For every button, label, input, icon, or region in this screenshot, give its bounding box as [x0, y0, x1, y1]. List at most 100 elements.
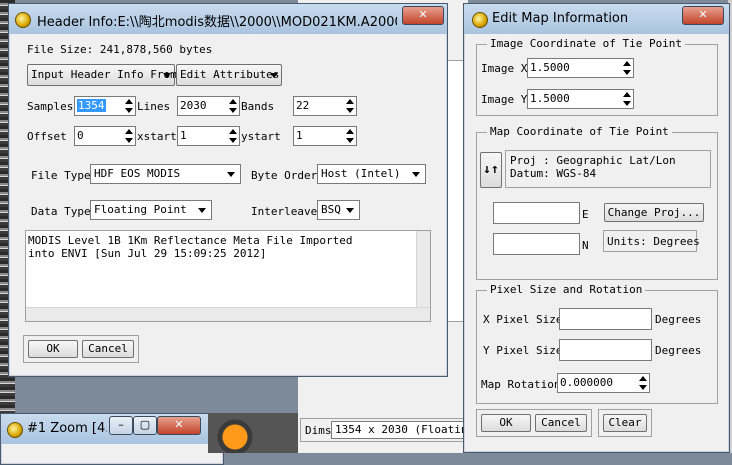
lines-value: 2030	[180, 99, 207, 112]
maximize-button[interactable]: ▢	[133, 416, 157, 435]
ystart-label: ystart	[241, 130, 281, 143]
map-coordinate-group: Map Coordinate of Tie Point ↓↑ Proj : Ge…	[476, 125, 718, 280]
ok-button[interactable]: OK	[28, 340, 78, 358]
data-type-select[interactable]: Floating Point	[90, 200, 212, 220]
image-coordinate-title: Image Coordinate of Tie Point	[487, 37, 686, 50]
units-box: Units: Degrees	[603, 230, 700, 252]
northing-label: N	[582, 239, 589, 252]
edit-attributes-label: Edit Attributes	[180, 68, 280, 81]
dropdown-arrow-icon	[270, 73, 278, 78]
close-button[interactable]: ✕	[682, 6, 724, 25]
file-type-select[interactable]: HDF EOS MODIS	[90, 164, 241, 184]
description-textarea[interactable]: MODIS Level 1B 1Km Reflectance Meta File…	[25, 230, 431, 322]
spin-arrows-icon[interactable]	[638, 375, 648, 391]
header-info-title: Header Info:E:\\陶北modis数据\\2000\\MOD021K…	[37, 15, 397, 30]
header-info-client: File Size: 241,878,560 bytes Input Heade…	[17, 36, 439, 368]
x-pixel-units-label: Degrees	[655, 313, 702, 326]
ystart-value: 1	[296, 129, 303, 142]
clear-button[interactable]: Clear	[603, 414, 647, 432]
input-header-info-button[interactable]: Input Header Info From	[27, 64, 177, 86]
file-type-value: HDF EOS MODIS	[94, 167, 181, 180]
dropdown-arrow-icon	[163, 73, 171, 78]
byte-order-select[interactable]: Host (Intel)	[317, 164, 426, 184]
xstart-input[interactable]: 1	[177, 126, 240, 146]
dropdown-arrow-icon	[412, 172, 420, 177]
datum-text: Datum: WGS-84	[510, 167, 597, 180]
image-coordinate-group: Image Coordinate of Tie Point Image X 1.…	[476, 37, 718, 116]
data-type-label: Data Type	[31, 205, 91, 218]
lines-input[interactable]: 2030	[177, 96, 240, 116]
cancel-button[interactable]: Cancel	[82, 340, 134, 358]
dropdown-arrow-icon	[227, 172, 235, 177]
description-horizontal-scrollbar[interactable]	[26, 307, 430, 321]
y-pixel-size-input[interactable]	[559, 339, 652, 361]
edit-map-info-window: Edit Map Information ✕ Image Coordinate …	[463, 3, 730, 453]
pixel-size-group: Pixel Size and Rotation X Pixel Size Deg…	[476, 283, 718, 404]
edit-map-info-titlebar[interactable]: Edit Map Information ✕	[464, 4, 729, 34]
map-coordinate-title: Map Coordinate of Tie Point	[487, 125, 672, 138]
byte-order-label: Byte Order	[251, 169, 318, 182]
dropdown-arrow-icon	[198, 208, 206, 213]
northing-input[interactable]	[493, 233, 580, 255]
ok-button[interactable]: OK	[481, 414, 531, 432]
byte-order-value: Host (Intel)	[321, 167, 401, 180]
easting-input[interactable]	[493, 202, 580, 224]
image-x-input[interactable]: 1.5000	[527, 58, 634, 78]
edit-map-info-client: Image Coordinate of Tie Point Image X 1.…	[472, 36, 721, 444]
spin-arrows-icon[interactable]	[622, 60, 632, 76]
dims-value-field: 1354 x 2030 (Floating	[331, 421, 465, 439]
spin-arrows-icon[interactable]	[228, 128, 238, 144]
interleave-select[interactable]: BSQ	[317, 200, 360, 220]
data-type-value: Floating Point	[94, 203, 187, 216]
map-rotation-input[interactable]: 0.000000	[557, 373, 650, 393]
spin-arrows-icon[interactable]	[124, 128, 134, 144]
description-line-2: into ENVI [Sun Jul 29 15:09:25 2012]	[28, 247, 267, 260]
dims-status-bar: Dims 1354 x 2030 (Floating	[300, 418, 466, 442]
ystart-input[interactable]: 1	[293, 126, 357, 146]
projection-text: Proj : Geographic Lat/Lon	[510, 154, 676, 167]
offset-label: Offset	[27, 130, 67, 143]
image-x-label: Image X	[481, 62, 528, 75]
file-type-label: File Type	[31, 169, 91, 182]
dropdown-arrow-icon	[346, 208, 354, 213]
map-button-bar-right: Clear	[598, 409, 652, 437]
zoom-window-titlebar[interactable]: #1 Zoom [4... – ▢ ✕	[1, 414, 223, 444]
spin-arrows-icon[interactable]	[124, 98, 134, 114]
bands-input[interactable]: 22	[293, 96, 357, 116]
change-proj-button[interactable]: Change Proj...	[604, 203, 704, 222]
map-rotation-label: Map Rotation	[481, 378, 561, 391]
input-header-info-label: Input Header Info From	[31, 68, 177, 81]
close-button[interactable]: ✕	[402, 6, 444, 25]
offset-input[interactable]: 0	[74, 126, 136, 146]
envi-app-icon	[472, 12, 488, 28]
envi-app-icon	[7, 422, 23, 438]
ok-button-label: OK	[46, 342, 60, 355]
header-info-titlebar[interactable]: Header Info:E:\\陶北modis数据\\2000\\MOD021K…	[9, 4, 447, 34]
envi-app-icon	[15, 12, 31, 28]
map-rotation-value: 0.000000	[560, 376, 613, 389]
clear-button-label: Clear	[608, 416, 642, 429]
edit-attributes-button[interactable]: Edit Attributes	[176, 64, 282, 86]
spin-arrows-icon[interactable]	[622, 91, 632, 107]
bands-label: Bands	[241, 100, 275, 113]
x-pixel-size-label: X Pixel Size	[483, 313, 563, 326]
cancel-button[interactable]: Cancel	[535, 414, 587, 432]
swap-arrows-icon: ↓↑	[483, 162, 499, 177]
close-button[interactable]: ✕	[157, 416, 201, 435]
lines-label: Lines	[137, 100, 171, 113]
image-y-input[interactable]: 1.5000	[527, 89, 634, 109]
zoom-window-title: #1 Zoom [4...	[27, 421, 107, 436]
map-button-bar-left: OK Cancel	[476, 409, 592, 437]
spin-arrows-icon[interactable]	[228, 98, 238, 114]
zoom-image	[208, 413, 298, 453]
swap-coordinates-button[interactable]: ↓↑	[480, 152, 502, 188]
description-vertical-scrollbar[interactable]	[416, 231, 430, 308]
xstart-value: 1	[180, 129, 187, 142]
spin-arrows-icon[interactable]	[345, 128, 355, 144]
ok-button-label: OK	[499, 416, 513, 429]
x-pixel-size-input[interactable]	[559, 308, 652, 330]
spin-arrows-icon[interactable]	[345, 98, 355, 114]
file-size-text: File Size: 241,878,560 bytes	[27, 43, 213, 56]
samples-input[interactable]: 1354	[74, 96, 136, 116]
minimize-button[interactable]: –	[109, 416, 133, 435]
